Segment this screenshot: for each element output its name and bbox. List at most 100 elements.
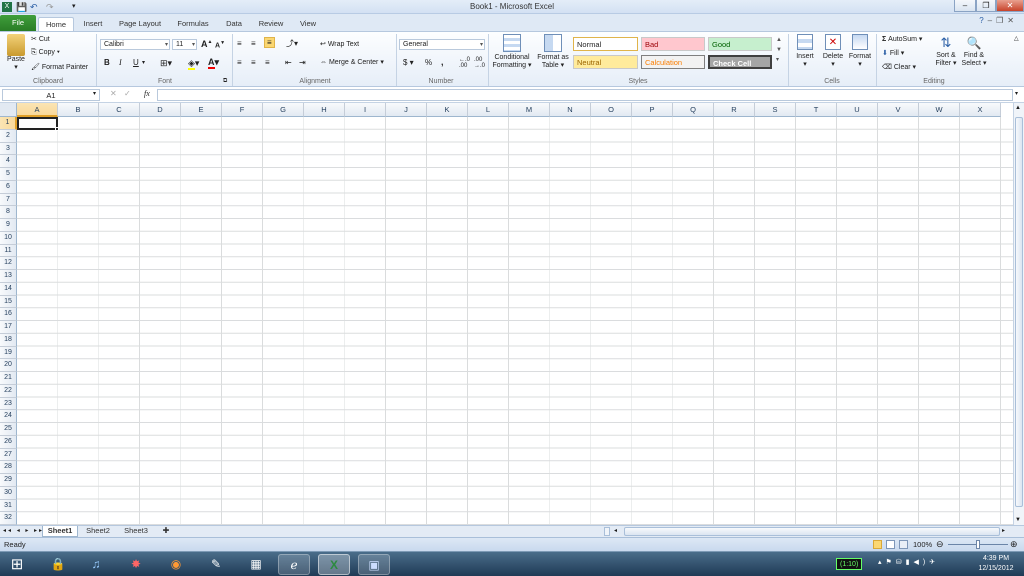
- shrink-font-button[interactable]: A▼: [215, 40, 225, 49]
- align-right-icon[interactable]: ≡: [265, 58, 270, 67]
- row-header-18[interactable]: 18: [0, 333, 17, 347]
- column-header-t[interactable]: T: [796, 103, 837, 117]
- column-header-v[interactable]: V: [878, 103, 919, 117]
- column-header-w[interactable]: W: [919, 103, 960, 117]
- column-header-h[interactable]: H: [304, 103, 345, 117]
- row-header-17[interactable]: 17: [0, 321, 17, 334]
- sheet-tab-1[interactable]: Sheet1: [42, 526, 78, 537]
- vertical-scrollbar[interactable]: ▲ ▼: [1013, 103, 1024, 525]
- column-header-e[interactable]: E: [181, 103, 222, 117]
- row-header-11[interactable]: 11: [0, 244, 17, 258]
- row-header-32[interactable]: 32: [0, 512, 17, 525]
- zoom-in-icon[interactable]: ⊕: [1010, 538, 1018, 551]
- row-header-25[interactable]: 25: [0, 423, 17, 436]
- column-header-r[interactable]: R: [714, 103, 755, 117]
- page-layout-view-icon[interactable]: [886, 540, 895, 549]
- insert-cells-button[interactable]: Insert ▾: [793, 34, 817, 68]
- scroll-up-icon[interactable]: ▲: [1015, 105, 1021, 111]
- merge-center-button[interactable]: ⇔ Merge & Center ▾: [320, 58, 384, 66]
- column-header-n[interactable]: N: [550, 103, 591, 117]
- row-header-27[interactable]: 27: [0, 448, 17, 462]
- minimize-button[interactable]: –: [954, 0, 976, 12]
- ribbon-window-controls[interactable]: ?–❐✕: [979, 16, 1018, 25]
- bold-button[interactable]: B: [104, 58, 110, 67]
- font-size-combo[interactable]: 11: [172, 39, 197, 50]
- number-format-combo[interactable]: General: [399, 39, 485, 50]
- row-header-23[interactable]: 23: [0, 397, 17, 411]
- row-header-22[interactable]: 22: [0, 384, 17, 398]
- confirm-entry-icon[interactable]: ✓: [124, 89, 131, 98]
- row-header-7[interactable]: 7: [0, 193, 17, 207]
- help-icon[interactable]: ?: [979, 16, 987, 25]
- comma-button[interactable]: ,: [441, 57, 444, 67]
- delete-cells-button[interactable]: ✕ Delete ▾: [821, 34, 845, 68]
- column-header-x[interactable]: X: [960, 103, 1001, 117]
- battery-indicator[interactable]: (1:10): [836, 558, 863, 570]
- find-select-button[interactable]: 🔍 Find & Select ▾: [960, 34, 988, 68]
- underline-button[interactable]: U: [133, 58, 139, 67]
- column-header-i[interactable]: I: [345, 103, 386, 117]
- copy-button[interactable]: ⎘ Copy ▾: [31, 49, 60, 57]
- row-header-28[interactable]: 28: [0, 461, 17, 474]
- tab-split-handle[interactable]: [604, 527, 610, 536]
- row-header-24[interactable]: 24: [0, 410, 17, 423]
- system-tray-icons[interactable]: ▴⚑⛁▮◀)✈: [878, 558, 939, 566]
- name-box-dropdown-icon[interactable]: ▾: [93, 90, 96, 97]
- row-header-8[interactable]: 8: [0, 206, 17, 219]
- row-header-1[interactable]: 1: [0, 117, 17, 130]
- style-normal[interactable]: Normal: [573, 37, 638, 51]
- cell-area[interactable]: [17, 117, 1016, 525]
- column-header-f[interactable]: F: [222, 103, 263, 117]
- font-dialog-launcher-icon[interactable]: ⧉: [223, 78, 227, 85]
- tab-data[interactable]: Data: [220, 17, 248, 31]
- row-header-9[interactable]: 9: [0, 219, 17, 232]
- lock-app-icon[interactable]: 🔒: [42, 554, 74, 575]
- notepad-icon[interactable]: ✎: [200, 554, 232, 575]
- column-header-o[interactable]: O: [591, 103, 632, 117]
- cut-button[interactable]: ✂ Cut: [31, 35, 50, 43]
- zoom-level[interactable]: 100%: [913, 538, 932, 551]
- row-header-29[interactable]: 29: [0, 474, 17, 487]
- close-button[interactable]: ✕: [996, 0, 1024, 12]
- conditional-formatting-button[interactable]: Conditional Formatting ▾: [491, 34, 533, 70]
- row-header-15[interactable]: 15: [0, 295, 17, 309]
- font-name-combo[interactable]: Calibri: [100, 39, 170, 50]
- decrease-decimal-icon[interactable]: .00 →.0: [474, 57, 485, 69]
- sort-filter-button[interactable]: ⇅ Sort & Filter ▾: [932, 34, 960, 68]
- column-header-p[interactable]: P: [632, 103, 673, 117]
- align-top-icon[interactable]: ≡: [237, 39, 242, 48]
- align-middle-icon[interactable]: ≡: [251, 39, 256, 48]
- italic-button[interactable]: I: [119, 58, 122, 67]
- active-cell-a1[interactable]: [17, 117, 59, 131]
- currency-button[interactable]: $ ▾: [403, 58, 414, 67]
- row-header-21[interactable]: 21: [0, 372, 17, 385]
- row-header-4[interactable]: 4: [0, 155, 17, 168]
- page-break-view-icon[interactable]: [899, 540, 908, 549]
- fill-handle[interactable]: [55, 127, 59, 131]
- align-center-icon[interactable]: ≡: [251, 58, 256, 67]
- row-header-3[interactable]: 3: [0, 142, 17, 156]
- remote-desktop-icon[interactable]: ▣: [358, 554, 390, 575]
- align-bottom-icon[interactable]: ≡: [264, 37, 275, 48]
- expand-formula-bar-icon[interactable]: ▾: [1015, 90, 1018, 97]
- column-header-s[interactable]: S: [755, 103, 796, 117]
- sheet-tab-3[interactable]: Sheet3: [118, 526, 154, 537]
- column-header-j[interactable]: J: [386, 103, 427, 117]
- style-bad[interactable]: Bad: [641, 37, 705, 51]
- wrap-text-button[interactable]: ↩ Wrap Text: [320, 40, 359, 48]
- scroll-down-icon[interactable]: ▼: [1015, 517, 1021, 523]
- maximize-button[interactable]: ❐: [976, 0, 996, 12]
- row-header-10[interactable]: 10: [0, 231, 17, 245]
- row-header-2[interactable]: 2: [0, 129, 17, 143]
- insert-sheet-icon[interactable]: ✚: [158, 526, 174, 537]
- cancel-entry-icon[interactable]: ✕: [110, 89, 117, 98]
- start-button-icon[interactable]: ⊞: [0, 554, 34, 575]
- tab-insert[interactable]: Insert: [76, 17, 110, 31]
- select-all-button[interactable]: [0, 103, 17, 117]
- tab-review[interactable]: Review: [254, 17, 288, 31]
- row-header-6[interactable]: 6: [0, 180, 17, 194]
- row-header-19[interactable]: 19: [0, 346, 17, 360]
- fill-button[interactable]: ⬇ Fill ▾: [882, 49, 904, 57]
- style-check-cell[interactable]: Check Cell: [708, 55, 772, 69]
- name-box[interactable]: A1: [2, 89, 100, 101]
